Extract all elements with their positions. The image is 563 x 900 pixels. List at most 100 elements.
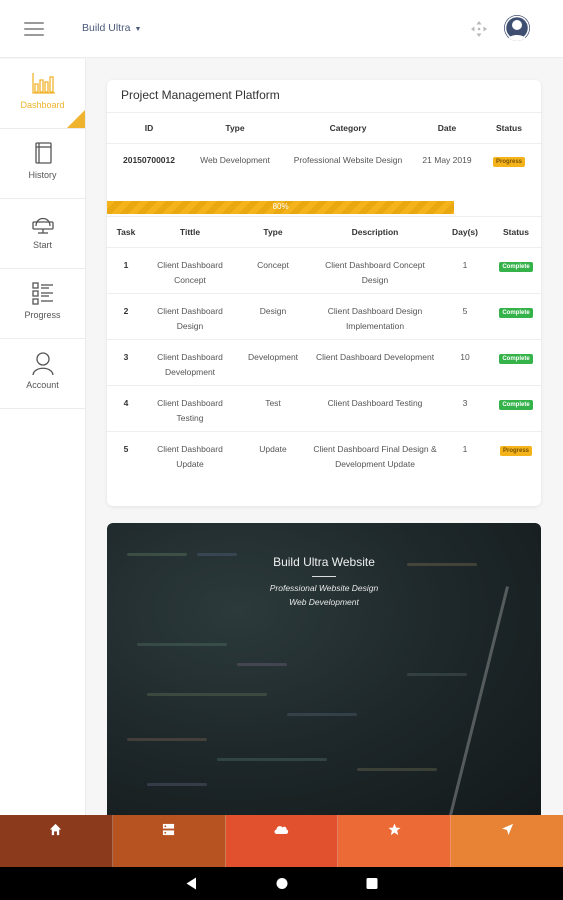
hero-subtitle: Professional Website Design Web Developm… [107, 581, 541, 609]
recents-icon[interactable] [366, 877, 378, 890]
project-status-cell: Progress [477, 143, 541, 201]
task-description: Client Dashboard Testing [311, 385, 439, 432]
task-days: 10 [439, 339, 491, 386]
bottom-nav-server[interactable] [112, 815, 226, 867]
task-days: 1 [439, 247, 491, 294]
brand-label: Build Ultra [82, 22, 131, 34]
sidebar-item-start[interactable]: Start [0, 199, 85, 269]
task-type: Development [235, 339, 311, 386]
header-status: Status [477, 113, 541, 144]
header-status: Status [491, 217, 541, 248]
table-row[interactable]: 3 Client Dashboard Development Developme… [107, 339, 541, 386]
header-task: Task [107, 217, 145, 248]
bottom-nav-cloud[interactable] [225, 815, 339, 867]
navigation-icon [501, 823, 513, 836]
brand-dropdown[interactable]: Build Ultra ▼ [82, 22, 141, 34]
sidebar-label-dashboard: Dashboard [20, 100, 65, 110]
sidebar-label-account: Account [26, 380, 59, 390]
header-date: Date [417, 113, 477, 144]
server-icon [163, 823, 175, 836]
avatar[interactable] [504, 15, 530, 41]
task-type: Test [235, 385, 311, 432]
progress-track: 80% [107, 201, 541, 217]
task-number: 5 [123, 443, 129, 454]
sidebar-label-progress: Progress [24, 310, 61, 320]
table-row[interactable]: 20150700012 Web Development Professional… [107, 143, 541, 201]
card-header: Project Management Platform [107, 80, 541, 113]
user-avatar-icon [504, 15, 530, 41]
task-days: 5 [439, 293, 491, 340]
progress-label: 80% [272, 202, 289, 211]
bottom-nav [0, 815, 563, 867]
table-row[interactable]: 2 Client Dashboard Design Design Client … [107, 293, 541, 340]
header-title: Tittle [145, 217, 235, 248]
hero-banner[interactable]: Build Ultra Website Professional Website… [107, 523, 541, 815]
task-description: Client Dashboard Design Implementation [311, 293, 439, 340]
card-title: Project Management Platform [121, 88, 280, 102]
system-nav-bar [0, 867, 563, 900]
status-badge: Complete [499, 261, 533, 272]
sidebar-item-history[interactable]: History [0, 129, 85, 199]
book-icon [35, 142, 52, 164]
chevron-down-icon: ▼ [134, 26, 142, 33]
sidebar: Dashboard History Start Progress Account [0, 59, 86, 815]
task-type: Update [259, 443, 287, 454]
hero-title: Build Ultra Website [273, 555, 375, 569]
task-title: Client Dashboard Testing [145, 385, 235, 432]
sidebar-item-dashboard[interactable]: Dashboard [0, 59, 85, 129]
header-description: Description [311, 217, 439, 248]
sidebar-item-progress[interactable]: Progress [0, 269, 85, 339]
project-type: Web Development [200, 154, 270, 165]
status-badge: Complete [499, 307, 533, 318]
project-date: 21 May 2019 [422, 154, 472, 165]
hero-subtitle-line-2: Web Development [289, 597, 359, 607]
project-table-header: ID Type Category Date Status [107, 113, 541, 144]
tasks-table: Task Tittle Type Description Day(s) Stat… [107, 217, 541, 489]
cloud-icon [274, 826, 289, 834]
task-description: Client Dashboard Development [311, 339, 439, 386]
task-number: 4 [107, 385, 145, 432]
sidebar-label-history: History [28, 170, 57, 180]
move-icon[interactable] [470, 20, 488, 38]
bar-chart-icon [32, 73, 55, 94]
menu-icon[interactable] [24, 22, 44, 36]
bottom-nav-navigation[interactable] [451, 815, 563, 867]
task-description: Client Dashboard Final Design & Developm… [313, 443, 437, 469]
task-status-cell: Complete [491, 385, 541, 432]
sidebar-item-account[interactable]: Account [0, 339, 85, 409]
task-number: 3 [107, 339, 145, 386]
tasks-table-header: Task Tittle Type Description Day(s) Stat… [107, 217, 541, 248]
status-badge: Progress [492, 156, 525, 167]
top-bar: Build Ultra ▼ [0, 0, 563, 58]
header-category: Category [279, 113, 417, 144]
task-days: 3 [439, 385, 491, 432]
status-badge: Progress [499, 445, 532, 456]
task-status-cell: Complete [491, 339, 541, 386]
task-number: 1 [107, 247, 145, 294]
bottom-nav-star[interactable] [338, 815, 452, 867]
sidebar-label-start: Start [32, 240, 52, 250]
project-id: 20150700012 [122, 154, 175, 165]
table-row[interactable]: 5 Client Dashboard Update Update Client … [107, 431, 541, 489]
home-icon [50, 823, 62, 836]
back-icon[interactable] [186, 877, 197, 890]
bottom-nav-home[interactable] [0, 815, 113, 867]
project-table: ID Type Category Date Status 20150700012… [107, 113, 541, 201]
task-description: Client Dashboard Concept Design [311, 247, 439, 294]
star-icon [388, 823, 401, 836]
status-badge: Complete [499, 353, 533, 364]
hero-divider [312, 576, 336, 577]
task-title: Client Dashboard Update [157, 443, 223, 469]
task-type: Concept [235, 247, 311, 294]
task-type: Design [235, 293, 311, 340]
table-row[interactable]: 4 Client Dashboard Testing Test Client D… [107, 385, 541, 432]
project-card: Project Management Platform ID Type Cate… [107, 80, 541, 506]
home-circle-icon[interactable] [276, 877, 288, 890]
task-number: 2 [107, 293, 145, 340]
table-row[interactable]: 1 Client Dashboard Concept Concept Clien… [107, 247, 541, 294]
checklist-icon [32, 282, 53, 305]
progress-bar: 80% [107, 201, 455, 214]
task-title: Client Dashboard Concept [145, 247, 235, 294]
task-title: Client Dashboard Design [145, 293, 235, 340]
header-type: Type [191, 113, 279, 144]
